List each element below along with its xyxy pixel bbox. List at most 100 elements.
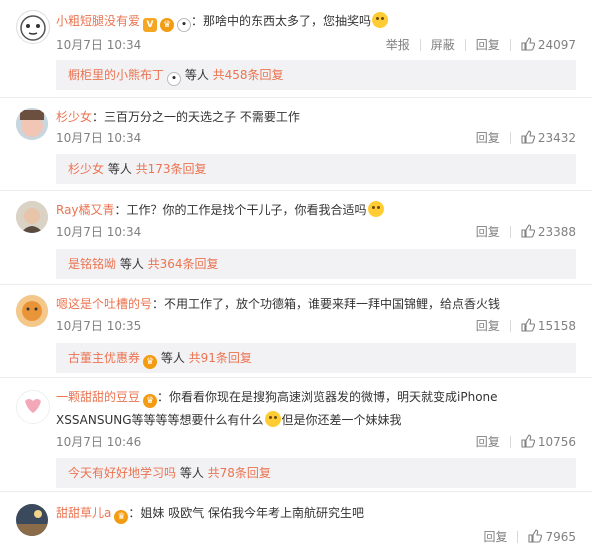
comment-date: 10月7日 10:46 — [56, 435, 142, 449]
emoji-icon — [264, 411, 281, 427]
reply-author[interactable]: 古董主优惠券 — [68, 351, 140, 365]
comment-item: 一颗甜甜的豆豆 ♛ ：你看看你现在是搜狗高速浏览器发的微博，明天就变成iPhone … — [0, 378, 592, 488]
reply-count[interactable]: 共364条回复 — [148, 257, 219, 271]
reply-button[interactable]: 回复 — [476, 129, 500, 146]
comment-actions: 回复 10756 — [476, 433, 576, 450]
username-link[interactable]: 小粗短腿没有爱 — [56, 14, 140, 28]
avatar[interactable] — [16, 295, 48, 327]
reply-button[interactable]: 回复 — [476, 317, 500, 334]
like-count: 10756 — [537, 435, 576, 449]
comment-text-cont: 但是你还差一个妹妹我 — [281, 413, 402, 427]
like-button[interactable]: 23432 — [521, 130, 576, 145]
divider — [509, 436, 511, 448]
comment-text: 三百万分之一的天选之子 不需要工作 — [104, 110, 300, 124]
username-link[interactable]: 一颗甜甜的豆豆 — [56, 390, 140, 404]
comment-line: 一颗甜甜的豆豆 ♛ ：你看看你现在是搜狗高速浏览器发的微博，明天就变成iPhone — [56, 390, 498, 408]
comment-item: 小粗短腿没有爱 V ♛ • ：那啥中的东西太多了，您抽奖吗 10月7日 10:34 举报… — [0, 0, 592, 90]
username-link[interactable]: 嗯这是个吐槽的号 — [56, 297, 152, 311]
reply-count[interactable]: 共91条回复 — [189, 351, 252, 365]
comment-line: 小粗短腿没有爱 V ♛ • ：那啥中的东西太多了，您抽奖吗 — [56, 12, 389, 32]
comment-text: 姐妹 吸欧气 保佑我今年考上南航研究生吧 — [140, 506, 365, 520]
avatar[interactable] — [16, 108, 48, 140]
like-button[interactable]: 23388 — [521, 224, 576, 239]
reply-count[interactable]: 共173条回复 — [136, 162, 207, 176]
divider — [509, 39, 511, 51]
more-replies-link[interactable]: 是铭铭呦 等人 共364条回复 — [56, 249, 576, 279]
reply-button[interactable]: 回复 — [476, 36, 500, 53]
comment-line: 嗯这是个吐槽的号：不用工作了，放个功德箱，谁要来拜一拜中国锦鲤，给点香火钱 — [56, 297, 501, 311]
thumbs-up-icon — [521, 318, 535, 332]
comment-text: 不用工作了，放个功德箱，谁要来拜一拜中国锦鲤，给点香火钱 — [164, 297, 501, 311]
avatar[interactable] — [16, 201, 48, 233]
reply-button[interactable]: 回复 — [476, 433, 500, 450]
replies-mid-text: 等人 — [116, 257, 148, 271]
divider — [509, 320, 511, 332]
comment-line: 杉少女：三百万分之一的天选之子 不需要工作 — [56, 110, 300, 124]
reply-author[interactable]: 杉少女 — [68, 162, 104, 176]
comment-actions: 举报 屏蔽 回复 24097 — [386, 36, 576, 53]
comment-actions: 回复 23432 — [476, 129, 576, 146]
reply-author[interactable]: 是铭铭呦 — [68, 257, 116, 271]
thumbs-up-icon — [521, 224, 535, 238]
smile-emoji-icon — [367, 201, 384, 217]
more-replies-link[interactable]: 今天有好好地学习吗 等人 共78条回复 — [56, 458, 576, 488]
like-count: 23432 — [537, 131, 576, 145]
reply-button[interactable]: 回复 — [476, 223, 500, 240]
comment-text: 那啥中的东西太多了，您抽奖吗 — [203, 14, 372, 28]
thumbs-up-icon — [521, 130, 535, 144]
replies-mid-text: 等人 — [104, 162, 136, 176]
like-count: 7965 — [545, 530, 576, 544]
like-button[interactable]: 7965 — [528, 529, 576, 544]
reply-author[interactable]: 今天有好好地学习吗 — [68, 466, 176, 480]
avatar[interactable] — [16, 10, 50, 44]
comment-date: 10月7日 10:34 — [56, 38, 142, 52]
comment-date: 10月7日 10:34 — [56, 131, 142, 145]
divider — [419, 39, 421, 51]
replies-mid-text: 等人 — [181, 68, 213, 82]
reply-button[interactable]: 回复 — [483, 528, 507, 545]
reply-count[interactable]: 共78条回复 — [208, 466, 271, 480]
comment-text: 工作？你的工作是找个干儿子，你看我合适吗 — [126, 203, 367, 217]
replies-mid-text: 等人 — [176, 466, 208, 480]
comment-date: 10月7日 10:34 — [56, 225, 142, 239]
comment-item: Ray橘又青：工作？你的工作是找个干儿子，你看我合适吗 10月7日 10:34 … — [0, 191, 592, 281]
like-button[interactable]: 10756 — [521, 434, 576, 449]
like-count: 24097 — [537, 38, 576, 52]
comment-actions: 回复 7965 — [483, 528, 576, 545]
panda-icon: • — [167, 72, 182, 86]
comment-date: 10月7日 10:35 — [56, 319, 142, 333]
block-button[interactable]: 屏蔽 — [431, 36, 455, 53]
thumbs-up-icon — [521, 37, 535, 51]
avatar[interactable] — [16, 504, 48, 536]
divider — [517, 531, 519, 543]
reply-count[interactable]: 共458条回复 — [213, 68, 284, 82]
divider — [509, 132, 511, 144]
reply-author[interactable]: 橱柜里的小熊布丁 — [68, 68, 164, 82]
vip-icon: V — [143, 18, 158, 32]
crown-icon: ♛ — [160, 18, 175, 32]
username-link[interactable]: 甜甜草儿a — [56, 506, 111, 520]
comment-item: 甜甜草儿a ♛ ：姐妹 吸欧气 保佑我今年考上南航研究生吧 回复 7965 — [0, 492, 592, 550]
thumbs-up-icon — [521, 434, 535, 448]
crown-icon: ♛ — [143, 394, 158, 408]
comment-text-cont: XSSANSUNG等等等等想要什么有什么 — [56, 413, 264, 427]
replies-mid-text: 等人 — [157, 351, 189, 365]
like-count: 23388 — [537, 225, 576, 239]
more-replies-link[interactable]: 古董主优惠券 ♛ 等人 共91条回复 — [56, 343, 576, 373]
crown-icon: ♛ — [143, 355, 158, 369]
comment-item: 杉少女：三百万分之一的天选之子 不需要工作 10月7日 10:34 回复 2343… — [0, 98, 592, 188]
more-replies-link[interactable]: 橱柜里的小熊布丁 • 等人 共458条回复 — [56, 60, 576, 90]
comment-text: 你看看你现在是搜狗高速浏览器发的微博，明天就变成iPhone — [169, 390, 498, 404]
username-link[interactable]: Ray橘又青 — [56, 203, 115, 217]
divider — [464, 39, 466, 51]
like-button[interactable]: 15158 — [521, 318, 576, 333]
comment-line: Ray橘又青：工作？你的工作是找个干儿子，你看我合适吗 — [56, 201, 385, 218]
like-button[interactable]: 24097 — [521, 37, 576, 52]
more-replies-link[interactable]: 杉少女 等人 共173条回复 — [56, 154, 576, 184]
comment-line: 甜甜草儿a ♛ ：姐妹 吸欧气 保佑我今年考上南航研究生吧 — [56, 506, 365, 524]
report-button[interactable]: 举报 — [386, 36, 410, 53]
panda-icon: • — [177, 18, 192, 32]
crown-icon: ♛ — [114, 510, 129, 524]
username-link[interactable]: 杉少女 — [56, 110, 92, 124]
avatar[interactable] — [16, 390, 50, 424]
